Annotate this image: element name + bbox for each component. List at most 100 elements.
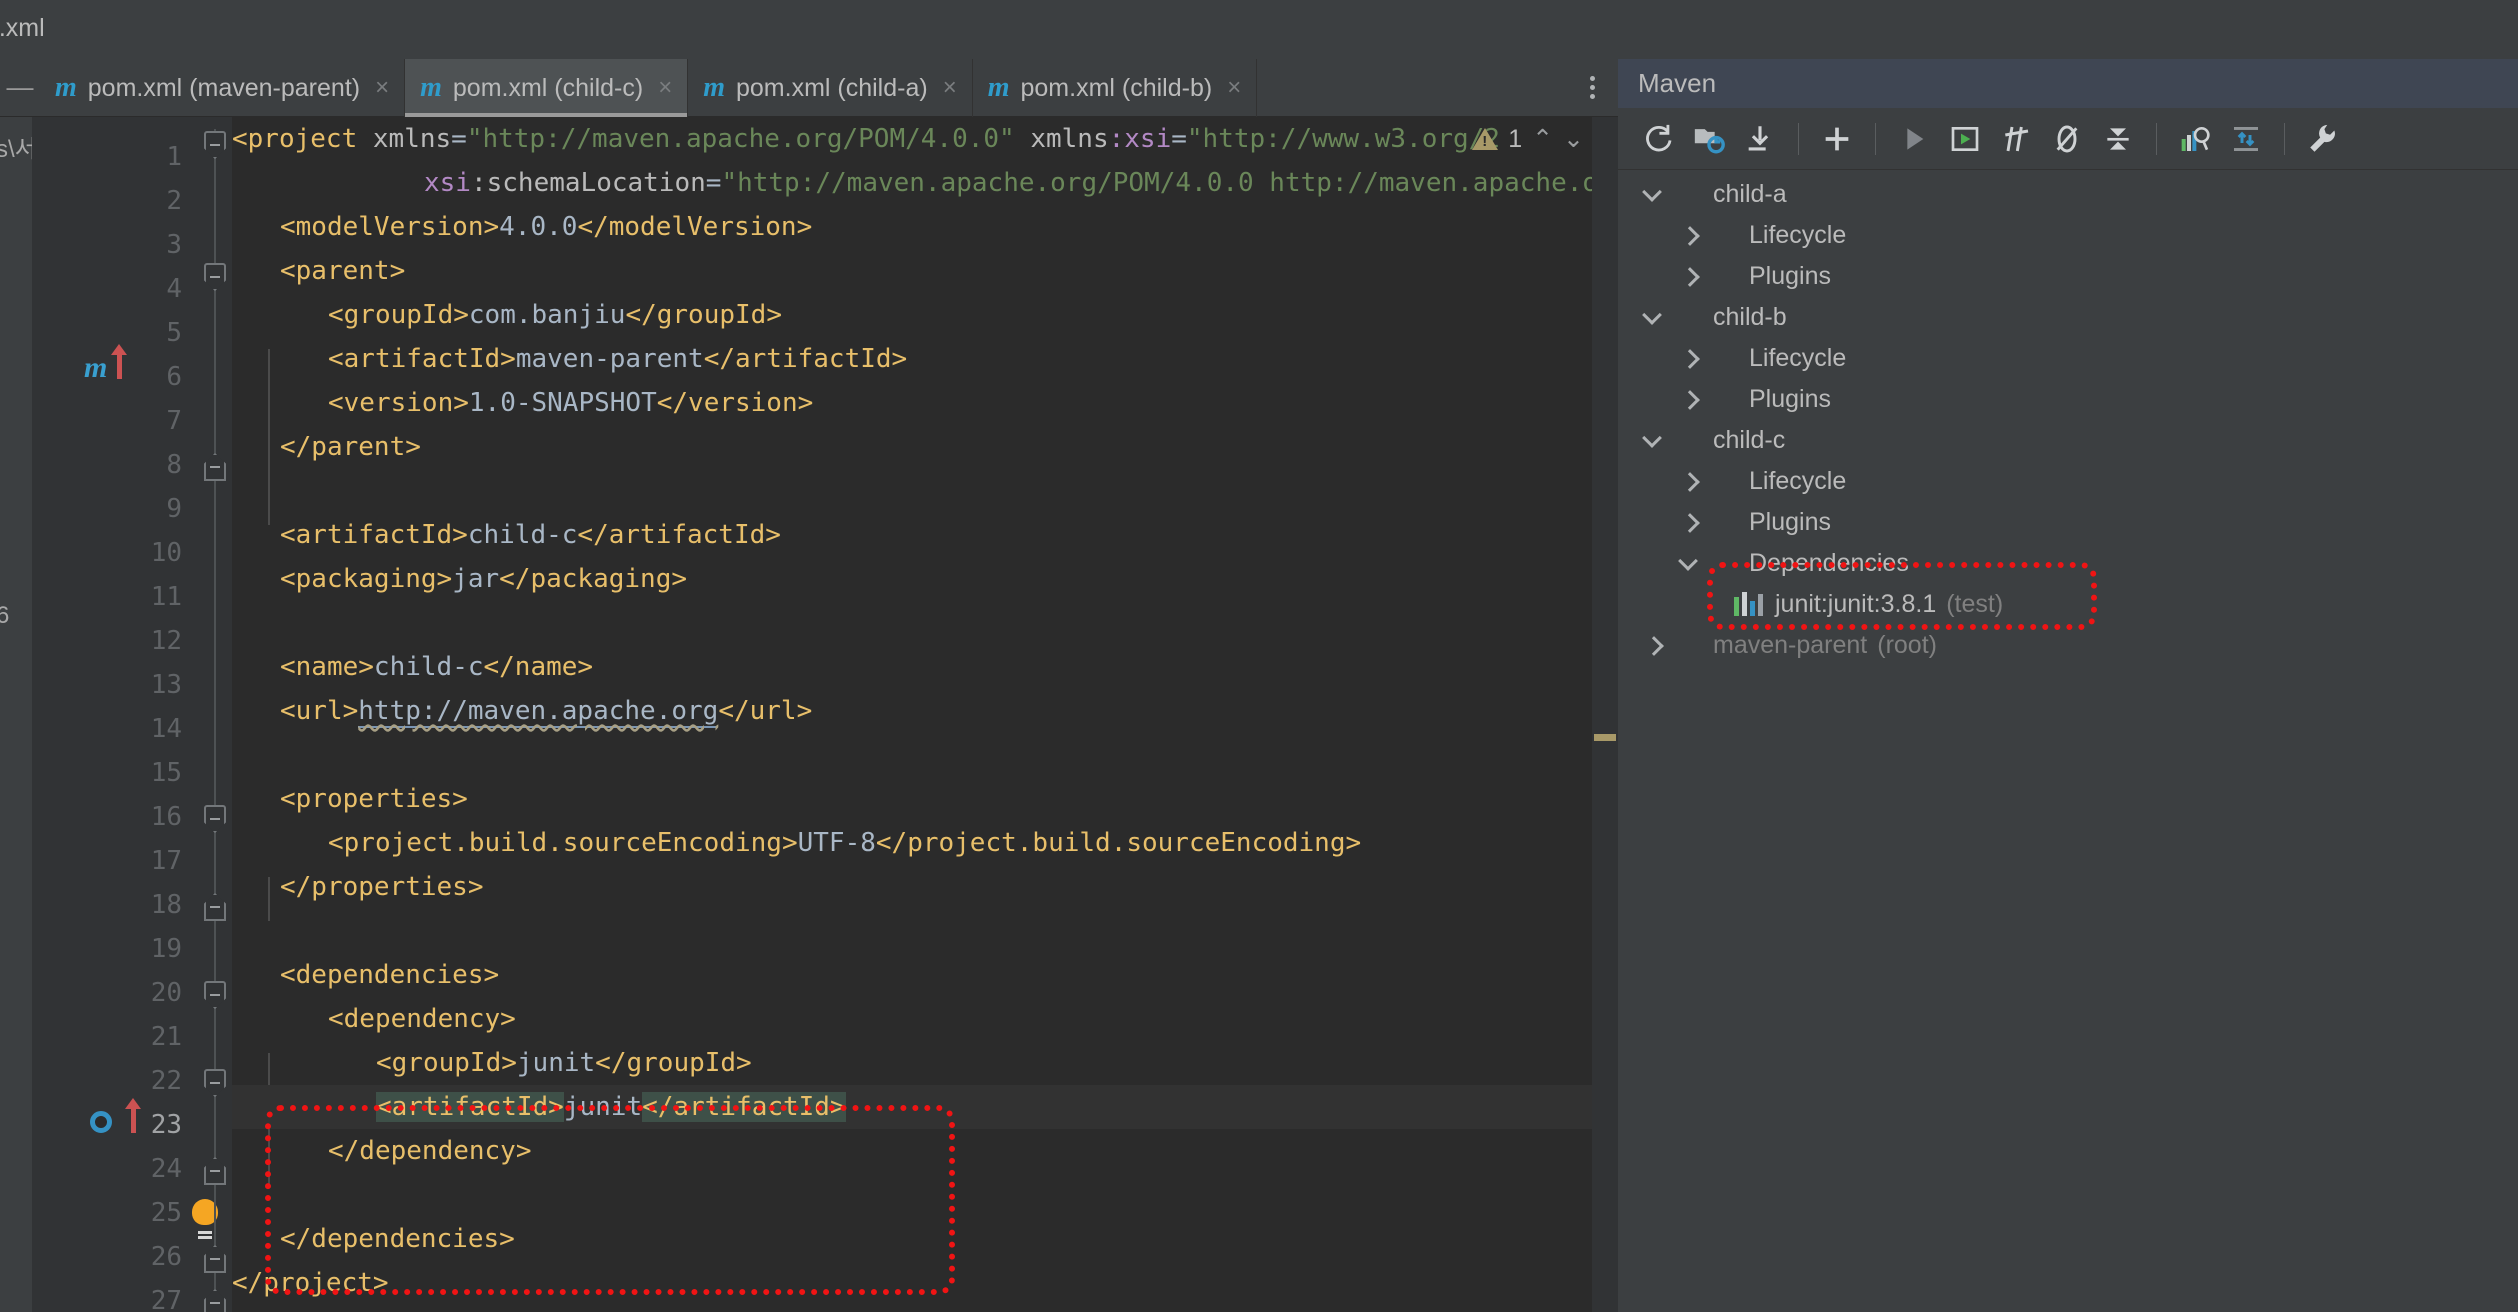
attr-xsi: xsi bbox=[424, 168, 471, 198]
tree-node-label: Plugins bbox=[1749, 262, 1831, 290]
tree-node-child-c-plugins[interactable]: Plugins bbox=[1618, 502, 2518, 543]
tag-text: jar bbox=[452, 564, 500, 594]
collapse-all-icon[interactable] bbox=[2094, 115, 2142, 163]
maven-toolbar-divider-1 bbox=[1798, 122, 1799, 155]
warning-triangle-icon bbox=[1472, 128, 1499, 150]
code-line-3: <modelVersion>4.0.0</modelVersion> bbox=[232, 205, 1618, 249]
maven-module-icon bbox=[1672, 180, 1702, 210]
tab-pom-child-a[interactable]: m pom.xml (child-a) × bbox=[688, 59, 973, 117]
navigate-to-dependency-icon[interactable] bbox=[90, 1111, 112, 1133]
toggle-skip-tests-icon[interactable] bbox=[1992, 115, 2040, 163]
execute-maven-goal-icon[interactable] bbox=[1941, 115, 1989, 163]
close-icon[interactable]: × bbox=[375, 74, 389, 102]
code-line-14: <url>http://maven.apache.org</url> bbox=[232, 689, 1618, 733]
warning-marker[interactable] bbox=[1594, 734, 1616, 741]
tab-list-menu-icon[interactable] bbox=[1566, 59, 1618, 116]
chevron-right-icon[interactable] bbox=[1642, 633, 1668, 659]
fold-marker-parent-open[interactable] bbox=[204, 263, 226, 291]
tag-open-selected: <artifactId> bbox=[376, 1092, 564, 1122]
tree-node-label: Lifecycle bbox=[1749, 344, 1847, 372]
tree-node-junit-dependency[interactable]: junit:junit:3.8.1 (test) bbox=[1618, 584, 2518, 625]
attr-xmlns: xmlns bbox=[357, 124, 452, 154]
expand-dependencies-icon[interactable] bbox=[2222, 115, 2270, 163]
tag-open: <parent> bbox=[280, 256, 406, 286]
tree-node-child-a-lifecycle[interactable]: Lifecycle bbox=[1618, 215, 2518, 256]
fold-marker-properties-open[interactable] bbox=[204, 805, 226, 833]
maven-settings-icon[interactable] bbox=[2299, 115, 2347, 163]
show-dependencies-icon[interactable] bbox=[2171, 115, 2219, 163]
fold-marker-project-close[interactable] bbox=[204, 1289, 226, 1312]
line-number: 12 bbox=[150, 626, 182, 656]
editor-tab-bar: — m pom.xml (maven-parent) × m pom.xml (… bbox=[0, 59, 1618, 117]
maven-project-tree[interactable]: child-a Lifecycle Plugins child-b Lifecy… bbox=[1618, 170, 2518, 1312]
chevron-right-icon[interactable] bbox=[1678, 223, 1704, 249]
tree-node-child-c-dependencies[interactable]: Dependencies bbox=[1618, 543, 2518, 584]
fold-marker-properties-close[interactable] bbox=[204, 893, 226, 921]
tree-node-scope: (test) bbox=[1946, 590, 2004, 618]
lifecycle-folder-icon bbox=[1708, 344, 1738, 374]
line-number: 27 bbox=[150, 1286, 182, 1312]
download-sources-and-documentation-icon[interactable] bbox=[1736, 115, 1784, 163]
chevron-right-icon[interactable] bbox=[1678, 469, 1704, 495]
collapse-tabs-icon[interactable]: — bbox=[0, 59, 40, 116]
chevron-right-icon[interactable] bbox=[1678, 387, 1704, 413]
url-link[interactable]: http://maven.apache.org bbox=[358, 696, 719, 728]
code-line-27: </project> bbox=[232, 1261, 1618, 1305]
chevron-down-icon[interactable] bbox=[1642, 305, 1668, 331]
code-folding-column[interactable] bbox=[198, 117, 232, 1312]
add-maven-project-icon[interactable] bbox=[1813, 115, 1861, 163]
code-editor[interactable]: rs\서 6 1 2 3 4 5 6 7 8 9 10 11 12 13 14 … bbox=[0, 117, 1618, 1312]
close-icon[interactable]: × bbox=[943, 74, 957, 102]
chevron-down-icon[interactable] bbox=[1678, 551, 1704, 577]
tree-node-maven-parent[interactable]: maven-parent (root) bbox=[1618, 625, 2518, 666]
line-number: 25 bbox=[150, 1198, 182, 1228]
fold-marker-dependency-close[interactable] bbox=[204, 1157, 226, 1185]
chevron-down-icon[interactable] bbox=[1642, 182, 1668, 208]
tag-open: <dependency> bbox=[328, 1004, 516, 1034]
tab-pom-child-c[interactable]: m pom.xml (child-c) × bbox=[405, 59, 689, 117]
run-maven-build-icon[interactable] bbox=[1890, 115, 1938, 163]
fold-marker-project-open[interactable] bbox=[204, 131, 226, 159]
tree-node-child-a[interactable]: child-a bbox=[1618, 174, 2518, 215]
tag-text: com.banjiu bbox=[468, 300, 626, 330]
previous-highlight-icon[interactable]: ⌃ bbox=[1532, 124, 1553, 154]
line-number: 11 bbox=[150, 582, 182, 612]
maven-gutter-icon[interactable]: m bbox=[84, 353, 107, 383]
tab-pom-maven-parent[interactable]: m pom.xml (maven-parent) × bbox=[40, 59, 406, 117]
reload-all-maven-projects-icon[interactable] bbox=[1634, 115, 1682, 163]
fold-marker-dependency-open[interactable] bbox=[204, 1069, 226, 1097]
chevron-right-icon[interactable] bbox=[1678, 346, 1704, 372]
chevron-right-icon[interactable] bbox=[1678, 264, 1704, 290]
tag-close: </packaging> bbox=[499, 564, 687, 594]
fold-marker-dependencies-open[interactable] bbox=[204, 981, 226, 1009]
tree-node-child-c-lifecycle[interactable]: Lifecycle bbox=[1618, 461, 2518, 502]
close-icon[interactable]: × bbox=[1227, 74, 1241, 102]
tree-node-child-b-lifecycle[interactable]: Lifecycle bbox=[1618, 338, 2518, 379]
tag-close-selected: </artifactId> bbox=[642, 1092, 846, 1122]
chevron-down-icon[interactable] bbox=[1642, 428, 1668, 454]
editor-marker-stripe[interactable] bbox=[1592, 117, 1618, 1312]
next-highlight-icon[interactable]: ⌄ bbox=[1563, 124, 1584, 154]
tag-open: <packaging> bbox=[280, 564, 453, 594]
tree-node-child-b-plugins[interactable]: Plugins bbox=[1618, 379, 2518, 420]
tag-text: junit bbox=[563, 1092, 643, 1122]
tab-pom-child-b[interactable]: m pom.xml (child-b) × bbox=[973, 59, 1258, 117]
tree-node-label: child-a bbox=[1713, 180, 1787, 208]
chevron-right-icon[interactable] bbox=[1678, 510, 1704, 536]
tree-node-child-c[interactable]: child-c bbox=[1618, 420, 2518, 461]
toggle-offline-mode-icon[interactable] bbox=[2043, 115, 2091, 163]
tree-node-child-b[interactable]: child-b bbox=[1618, 297, 2518, 338]
close-icon[interactable]: × bbox=[658, 74, 672, 102]
code-text-area[interactable]: <project xmlns="http://maven.apache.org/… bbox=[232, 117, 1618, 1312]
fold-marker-parent-close[interactable] bbox=[204, 453, 226, 481]
inspection-status-widget[interactable]: 1 ⌃ ⌄ bbox=[1472, 124, 1584, 154]
generate-sources-and-update-folders-icon[interactable] bbox=[1685, 115, 1733, 163]
tree-node-child-a-plugins[interactable]: Plugins bbox=[1618, 256, 2518, 297]
fold-region-line bbox=[214, 129, 216, 1309]
tree-node-label: child-b bbox=[1713, 303, 1787, 331]
fold-marker-dependencies-close[interactable] bbox=[204, 1245, 226, 1273]
line-number: 21 bbox=[150, 1022, 182, 1052]
tag-open: <url> bbox=[280, 696, 359, 726]
